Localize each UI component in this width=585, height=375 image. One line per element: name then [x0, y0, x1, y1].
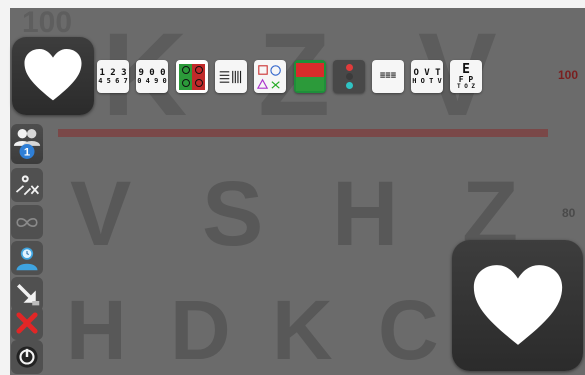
hotv-chart-button[interactable]: O V T H O T V — [411, 60, 443, 93]
settings-button[interactable] — [11, 168, 43, 202]
e-chart-glyphs: ≡≡≡ — [379, 71, 397, 81]
astigmatism-test-button[interactable] — [215, 60, 247, 93]
chart-letter: H — [66, 283, 127, 375]
power-icon — [16, 346, 38, 368]
duochrome-button[interactable] — [294, 60, 326, 93]
settings-tools-icon — [15, 175, 40, 196]
close-icon — [16, 312, 38, 334]
patients-button[interactable]: 1 — [11, 124, 43, 164]
power-button[interactable] — [11, 340, 43, 374]
favorite-large-button[interactable] — [452, 240, 583, 371]
scale-top-left: 100 — [22, 8, 73, 39]
red-green-test-button[interactable] — [176, 60, 208, 93]
tumbling-e-button[interactable]: ≡≡≡ — [372, 60, 404, 93]
chart-letter: V — [70, 163, 132, 265]
chart-letter: C — [378, 283, 439, 375]
svg-text:1: 1 — [24, 147, 30, 159]
close-button[interactable] — [11, 306, 43, 340]
chart-letter: K — [272, 283, 333, 375]
infinity-icon — [16, 217, 38, 227]
numbers-chart-button[interactable]: 1 2 3 4 5 6 7 — [97, 60, 129, 93]
chart-letter: H — [332, 163, 399, 265]
chart-letter: S — [202, 163, 264, 265]
symbols-chart-button[interactable]: 9 0 0 0 4 9 0 — [136, 60, 168, 93]
shapes-icon — [256, 64, 281, 89]
heart-icon — [24, 48, 82, 101]
left-strip — [0, 8, 10, 375]
scale-row2: 80 — [562, 206, 576, 220]
heart-icon — [473, 265, 563, 345]
top-strip — [0, 0, 585, 8]
timer-button[interactable] — [11, 241, 43, 275]
shapes-chart-button[interactable] — [254, 60, 286, 93]
patients-icon: 1 — [13, 129, 41, 159]
loop-button[interactable] — [11, 205, 43, 239]
snellen-chart-button[interactable]: E F P T O Z — [450, 60, 482, 93]
shrink-arrow-icon — [17, 284, 40, 306]
scale-row1: 100 — [558, 68, 579, 82]
favorite-button[interactable] — [12, 37, 94, 115]
chart-letter: D — [170, 283, 231, 375]
user-clock-icon — [16, 247, 38, 271]
lines-icon — [219, 70, 242, 83]
traffic-light-button[interactable] — [333, 60, 365, 93]
separator-bar — [58, 129, 548, 137]
